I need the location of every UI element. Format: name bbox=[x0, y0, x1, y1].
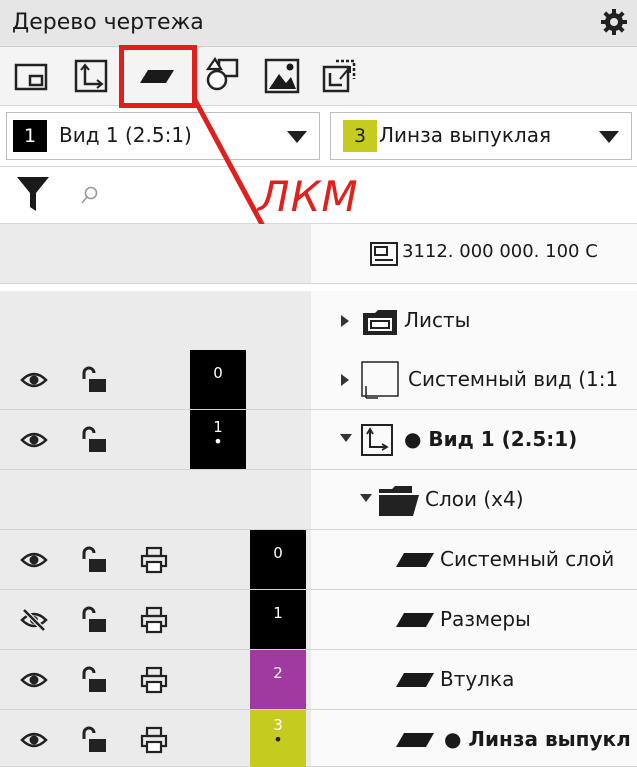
highlight-frame bbox=[119, 45, 197, 108]
tree-row-system-view[interactable]: 0 Системный вид (1:1 bbox=[0, 350, 637, 410]
unlock-icon[interactable] bbox=[80, 726, 108, 754]
search-icon bbox=[81, 186, 98, 204]
chevron-down-icon bbox=[599, 131, 619, 143]
layer-number-badge: 3 bbox=[343, 120, 377, 152]
open-folder-icon bbox=[379, 486, 419, 516]
layer-number: 0 bbox=[250, 530, 306, 589]
tree-row-layer-2[interactable]: 2 Втулка bbox=[0, 650, 637, 710]
view-number: 1 • bbox=[190, 410, 246, 469]
system-view-icon bbox=[361, 361, 399, 399]
system-view-label: Системный вид (1:1 bbox=[408, 367, 619, 391]
shapes-icon[interactable] bbox=[203, 56, 241, 95]
layer-icon bbox=[396, 673, 434, 687]
view-select-label: Вид 1 (2.5:1) bbox=[59, 123, 192, 147]
layers-folder-label: Слои (x4) bbox=[425, 487, 524, 511]
unlock-icon[interactable] bbox=[80, 366, 108, 394]
layer-icon bbox=[396, 613, 434, 627]
view-coordinate-icon[interactable] bbox=[72, 57, 110, 95]
unlock-icon[interactable] bbox=[80, 546, 108, 574]
folder-icon bbox=[363, 310, 397, 335]
layer-label: Втулка bbox=[440, 667, 515, 691]
collapse-arrow-icon[interactable] bbox=[340, 434, 352, 442]
tree-row-sheets[interactable]: Листы bbox=[0, 291, 637, 351]
printer-icon[interactable] bbox=[140, 666, 168, 694]
eye-icon[interactable] bbox=[20, 666, 48, 694]
view-icon bbox=[361, 424, 393, 456]
annotation-label: ЛКМ bbox=[258, 172, 359, 221]
view1-label: ● Вид 1 (2.5:1) bbox=[404, 427, 578, 451]
expand-arrow-icon[interactable] bbox=[341, 315, 349, 327]
eye-hidden-icon[interactable] bbox=[20, 606, 48, 634]
tree-row-layer-0[interactable]: 0 Системный слой bbox=[0, 530, 637, 590]
printer-icon[interactable] bbox=[140, 726, 168, 754]
view-number: 0 bbox=[190, 350, 246, 409]
document-label: 3112. 000 000. 100 С bbox=[402, 241, 598, 262]
eye-icon[interactable] bbox=[20, 366, 48, 394]
layer-number: 3 • bbox=[250, 710, 306, 767]
tree-toolbar bbox=[0, 47, 637, 106]
printer-icon[interactable] bbox=[140, 546, 168, 574]
layer-select-label: Линза выпуклая bbox=[379, 123, 552, 147]
search-input[interactable] bbox=[104, 177, 248, 213]
chevron-down-icon bbox=[287, 131, 307, 143]
layer-icon bbox=[396, 733, 434, 747]
filter-icon[interactable] bbox=[16, 175, 50, 213]
layer-icon bbox=[396, 553, 434, 567]
layer-select[interactable]: 3 Линза выпуклая bbox=[330, 112, 632, 160]
tree-row-layer-3[interactable]: 3 • ● Линза выпукл bbox=[0, 710, 637, 767]
selector-row: 1 Вид 1 (2.5:1) 3 Линза выпуклая bbox=[0, 106, 637, 167]
layer-label: ● Линза выпукл bbox=[444, 727, 631, 751]
layer-number: 1 bbox=[250, 590, 306, 649]
sheets-label: Листы bbox=[404, 308, 471, 332]
tree-row-layer-1[interactable]: 1 Размеры bbox=[0, 590, 637, 650]
layer-label: Системный слой bbox=[440, 547, 615, 571]
unlock-icon[interactable] bbox=[80, 666, 108, 694]
eye-icon[interactable] bbox=[20, 726, 48, 754]
panel-title: Дерево чертежа bbox=[12, 10, 204, 35]
sheet-view-icon[interactable] bbox=[12, 57, 50, 95]
unlock-icon[interactable] bbox=[80, 426, 108, 454]
view-export-icon[interactable] bbox=[320, 57, 358, 95]
view-select[interactable]: 1 Вид 1 (2.5:1) bbox=[6, 112, 320, 160]
gear-icon[interactable] bbox=[599, 7, 629, 37]
unlock-icon[interactable] bbox=[80, 606, 108, 634]
layer-number: 2 bbox=[250, 650, 306, 709]
layer-label: Размеры bbox=[440, 607, 531, 631]
view-number-badge: 1 bbox=[13, 120, 47, 152]
document-icon bbox=[370, 242, 398, 266]
expand-arrow-icon[interactable] bbox=[341, 374, 349, 386]
tree-row-view1[interactable]: 1 • ● Вид 1 (2.5:1) bbox=[0, 410, 637, 470]
panel-header: Дерево чертежа bbox=[0, 0, 637, 47]
eye-icon[interactable] bbox=[20, 546, 48, 574]
image-icon[interactable] bbox=[263, 57, 301, 95]
collapse-arrow-icon[interactable] bbox=[360, 494, 372, 502]
tree-row-layers-folder[interactable]: Слои (x4) bbox=[0, 470, 637, 530]
eye-icon[interactable] bbox=[20, 426, 48, 454]
tree-row-document[interactable]: 3112. 000 000. 100 С bbox=[0, 224, 637, 284]
printer-icon[interactable] bbox=[140, 606, 168, 634]
